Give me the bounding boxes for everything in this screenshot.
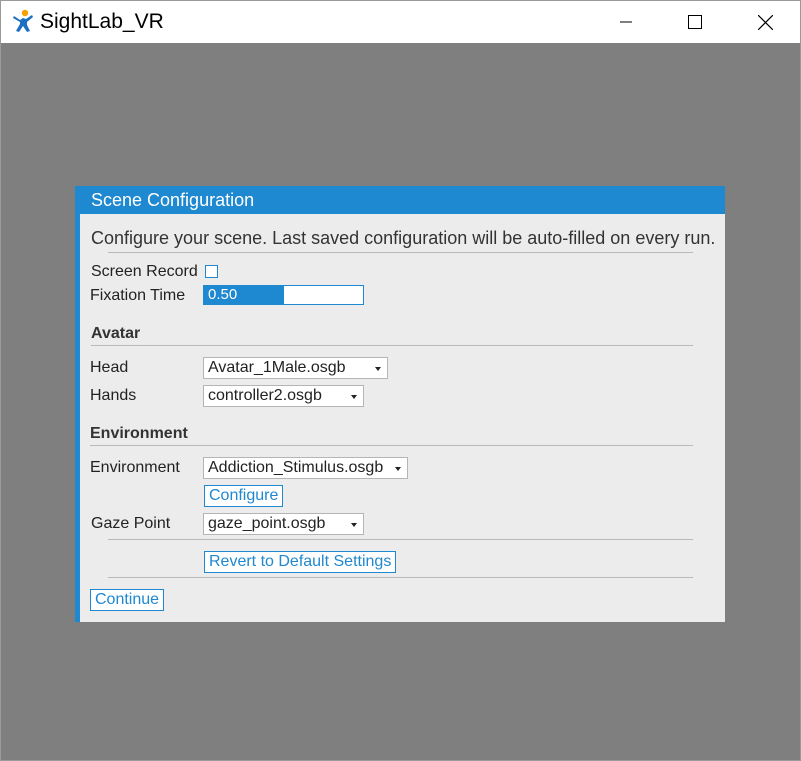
head-dropdown-value: Avatar_1Male.osgb — [208, 359, 346, 376]
close-icon — [757, 14, 773, 30]
minimize-icon — [620, 21, 632, 23]
screen-record-checkbox[interactable] — [205, 265, 218, 278]
divider — [91, 345, 693, 346]
gaze-point-label: Gaze Point — [91, 515, 171, 532]
chevron-down-icon — [395, 467, 401, 471]
fixation-time-label: Fixation Time — [90, 287, 186, 304]
avatar-section-title: Avatar — [91, 325, 141, 342]
fixation-time-slider[interactable]: 0.50 — [203, 285, 364, 305]
gaze-point-dropdown[interactable]: gaze_point.osgb — [203, 513, 364, 535]
scene-configuration-dialog: Scene Configuration Configure your scene… — [75, 186, 725, 622]
sightlab-person-icon — [13, 9, 33, 32]
hands-label: Hands — [90, 387, 137, 404]
divider — [108, 577, 693, 578]
dialog-header: Scene Configuration — [75, 186, 725, 214]
environment-dropdown-value: Addiction_Stimulus.osgb — [208, 459, 384, 476]
title-bar: SightLab_VR — [1, 1, 800, 43]
divider — [108, 252, 693, 253]
environment-dropdown[interactable]: Addiction_Stimulus.osgb — [203, 457, 408, 479]
minimize-button[interactable] — [591, 1, 661, 43]
environment-label: Environment — [90, 459, 180, 476]
maximize-icon — [688, 15, 702, 29]
hands-dropdown[interactable]: controller2.osgb — [203, 385, 364, 407]
divider — [108, 539, 693, 540]
environment-section-title: Environment — [90, 425, 188, 442]
app-window: SightLab_VR Scene Configuration Configur… — [0, 0, 801, 761]
intro-text: Configure your scene. Last saved configu… — [91, 228, 716, 248]
window-title: SightLab_VR — [40, 10, 164, 33]
configure-button[interactable]: Configure — [204, 485, 284, 507]
revert-to-default-button[interactable]: Revert to Default Settings — [204, 551, 397, 573]
head-label: Head — [90, 359, 129, 376]
maximize-button[interactable] — [660, 1, 730, 43]
fixation-time-value: 0.50 — [208, 286, 238, 303]
chevron-down-icon — [351, 395, 357, 399]
chevron-down-icon — [375, 367, 381, 371]
hands-dropdown-value: controller2.osgb — [208, 387, 322, 404]
chevron-down-icon — [351, 523, 357, 527]
screen-record-label: Screen Record — [91, 263, 198, 280]
close-button[interactable] — [730, 1, 800, 43]
head-dropdown[interactable]: Avatar_1Male.osgb — [203, 357, 388, 379]
gaze-point-dropdown-value: gaze_point.osgb — [208, 515, 326, 532]
dialog-title: Scene Configuration — [91, 190, 255, 210]
continue-button[interactable]: Continue — [90, 589, 165, 611]
divider — [90, 445, 693, 446]
